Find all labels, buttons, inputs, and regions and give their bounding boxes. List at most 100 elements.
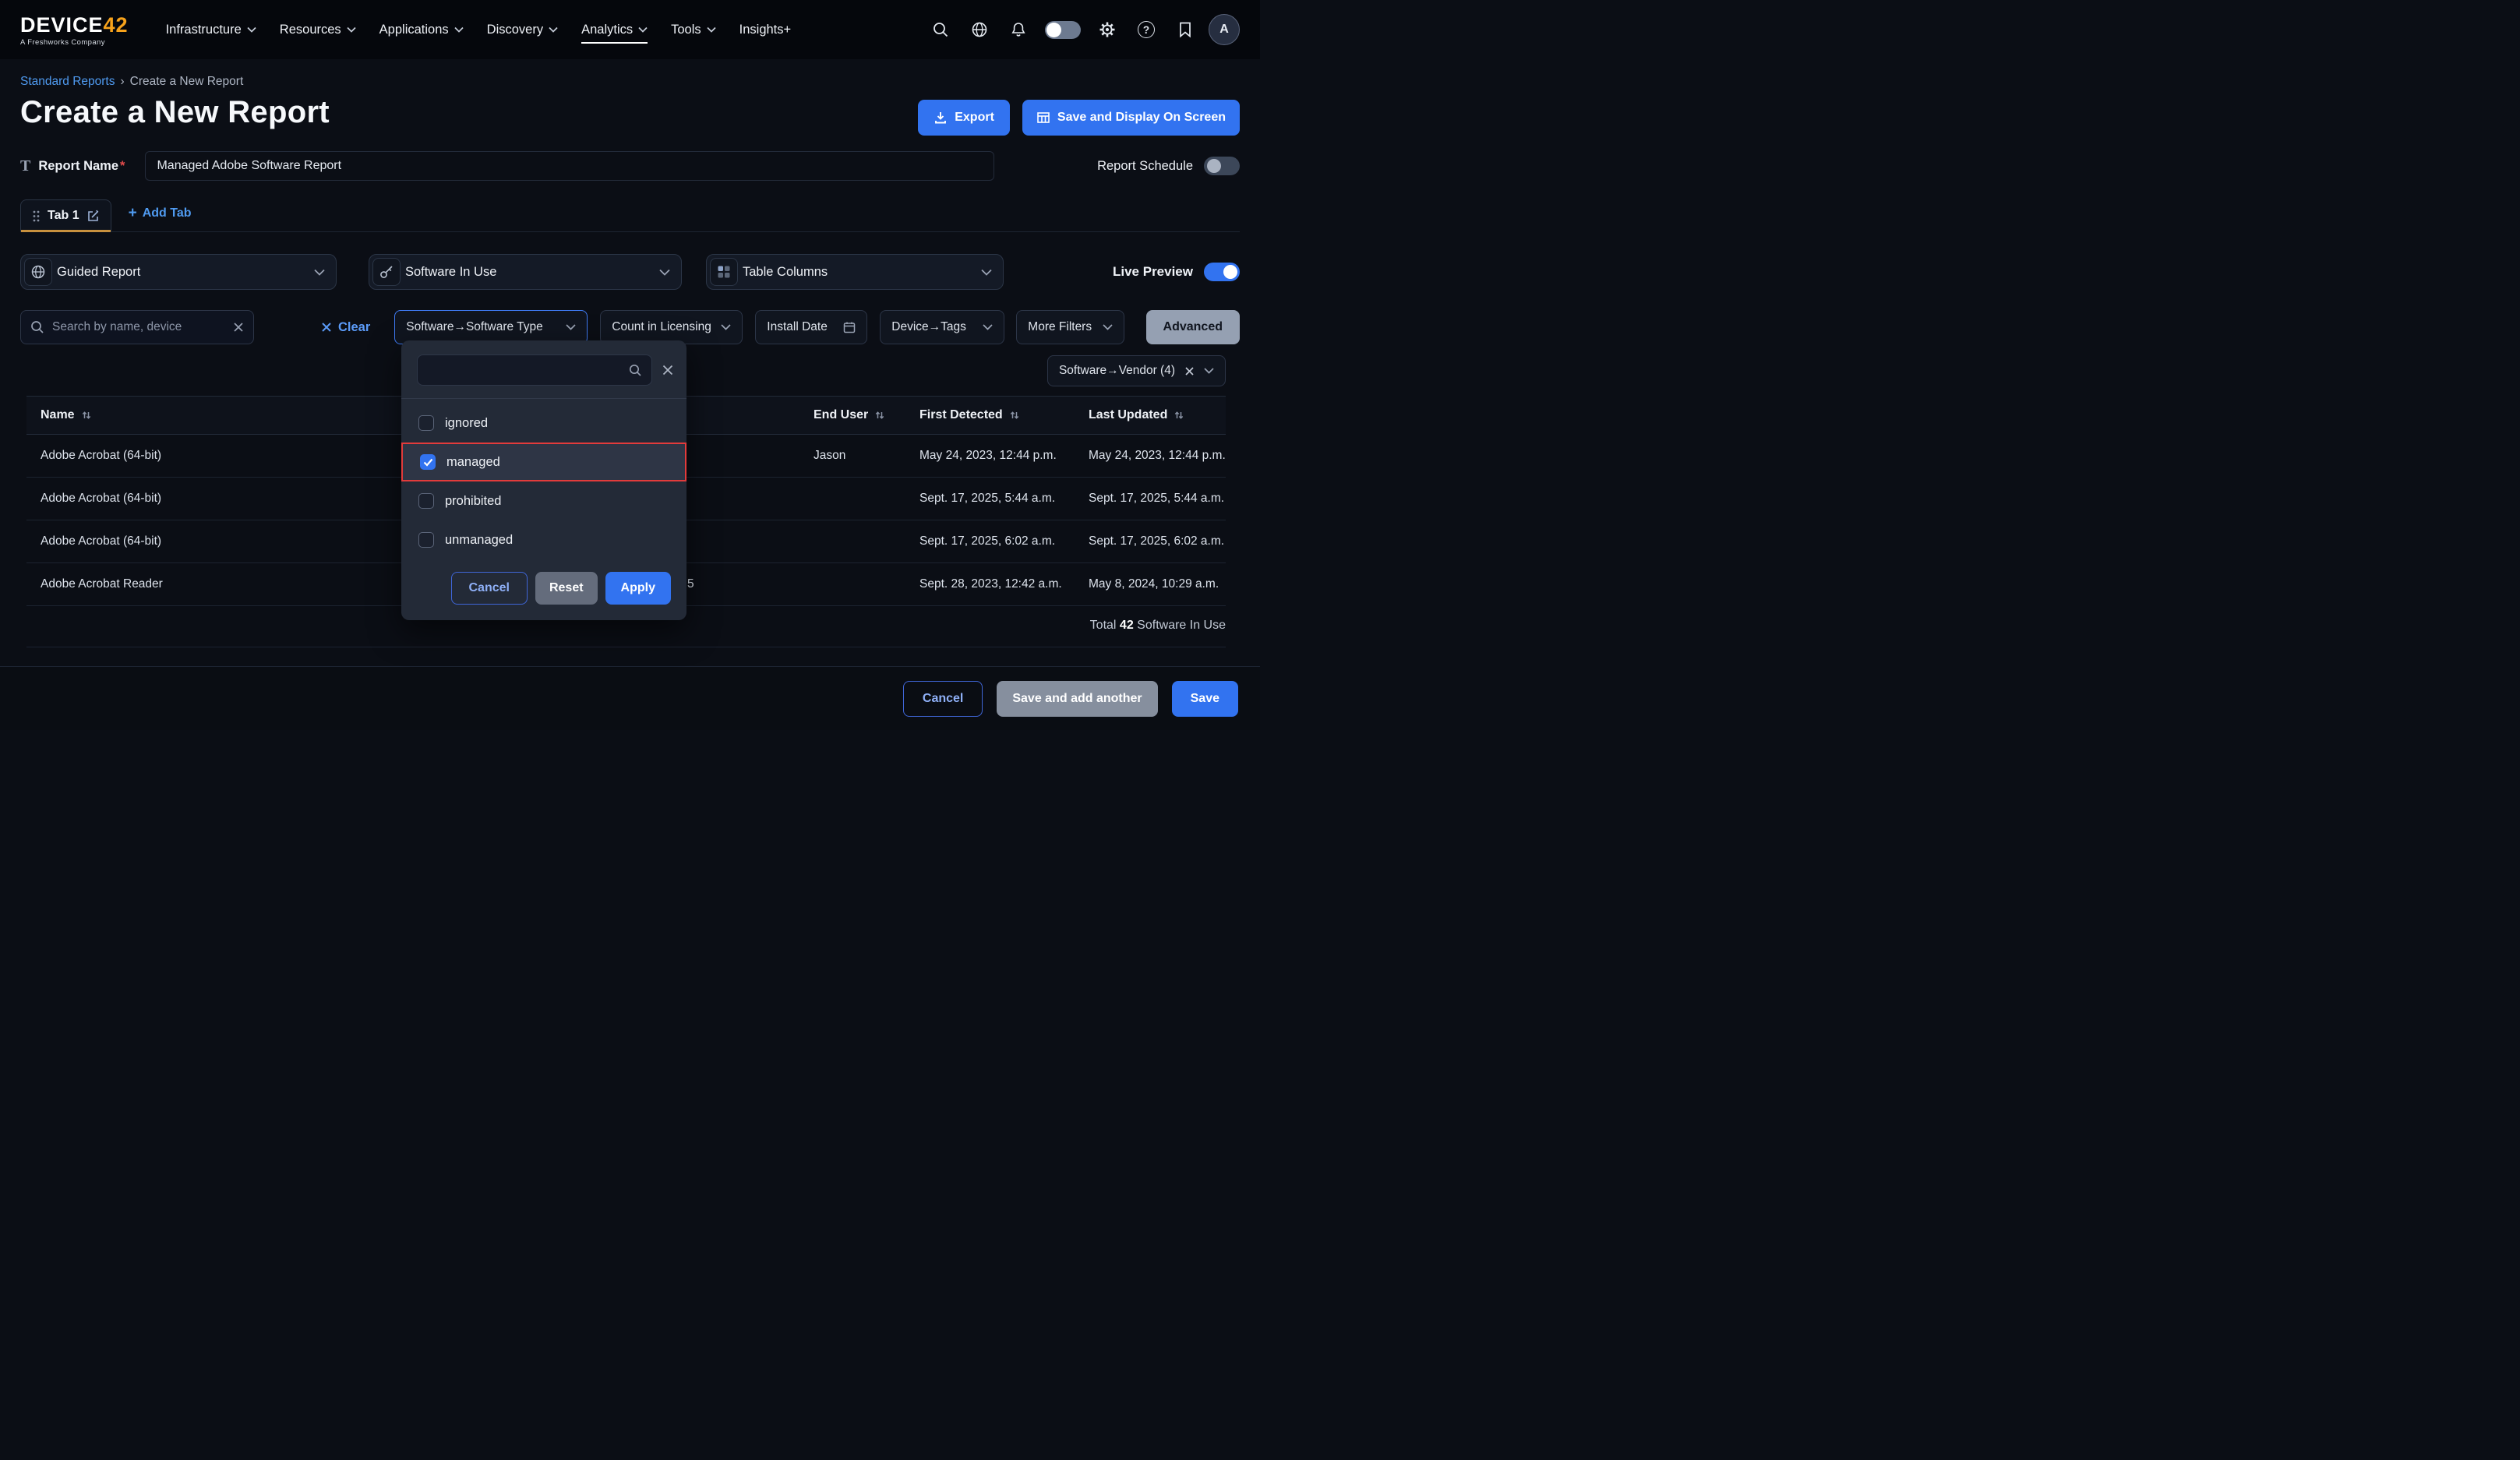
- cell-first-detected: Sept. 28, 2023, 12:42 a.m.: [919, 577, 1089, 591]
- checkbox-unchecked[interactable]: [418, 532, 434, 548]
- nav-item-analytics[interactable]: Analytics: [572, 15, 657, 45]
- cancel-button[interactable]: Cancel: [903, 681, 983, 717]
- footer-action-bar: Cancel Save and add another Save: [0, 666, 1260, 730]
- search-icon[interactable]: [925, 14, 956, 45]
- popup-apply-button[interactable]: Apply: [605, 572, 671, 605]
- software-vendor-chip[interactable]: Software→Vendor (4): [1047, 355, 1226, 386]
- device-tags-filter[interactable]: Device→Tags: [880, 310, 1004, 344]
- live-preview-label: Live Preview: [1113, 264, 1193, 280]
- cell-name: Adobe Acrobat (64-bit): [26, 449, 416, 463]
- notifications-bell-icon[interactable]: [1003, 14, 1034, 45]
- cancel-label: Cancel: [923, 692, 963, 706]
- software-type-filter[interactable]: Software→Software Type: [394, 310, 588, 344]
- live-preview-toggle[interactable]: [1204, 263, 1240, 281]
- popup-search-input[interactable]: [427, 364, 629, 377]
- option-prohibited[interactable]: prohibited: [401, 481, 686, 520]
- report-type-select[interactable]: Guided Report: [20, 254, 337, 290]
- avatar-initial: A: [1219, 23, 1229, 37]
- clear-filters-button[interactable]: Clear: [321, 320, 370, 335]
- brand-tagline: A Freshworks Company: [20, 38, 129, 47]
- close-popup-icon[interactable]: [662, 364, 674, 376]
- cancel-label: Cancel: [469, 581, 510, 595]
- save-and-display-button[interactable]: Save and Display On Screen: [1022, 100, 1240, 136]
- clear-search-icon[interactable]: [233, 322, 244, 333]
- cell-name: Adobe Acrobat (64-bit): [26, 534, 416, 548]
- column-header-name[interactable]: Name: [26, 408, 416, 422]
- chevron-down-icon: [983, 324, 993, 330]
- report-schedule-toggle[interactable]: [1204, 157, 1240, 175]
- settings-gear-icon[interactable]: [1092, 14, 1123, 45]
- table-icon: [1036, 111, 1050, 125]
- column-header-end-user[interactable]: End User: [814, 408, 919, 422]
- brand-text: DEVICE42: [20, 13, 129, 37]
- popup-option-list: ignored managed prohibited unmanaged: [401, 399, 686, 564]
- column-header-first-detected[interactable]: First Detected: [919, 408, 1089, 422]
- nav-item-applications[interactable]: Applications: [370, 15, 473, 45]
- report-config-row: Guided Report Software In Use Table Colu…: [20, 254, 1240, 290]
- install-date-filter[interactable]: Install Date: [755, 310, 867, 344]
- page-header: Create a New Report Export Save and Disp…: [20, 89, 1240, 136]
- cell-first-detected: May 24, 2023, 12:44 p.m.: [919, 449, 1089, 463]
- licensing-filter-label: Count in Licensing: [612, 320, 711, 334]
- more-filters-dropdown[interactable]: More Filters: [1016, 310, 1124, 344]
- nav-item-label: Discovery: [487, 23, 543, 37]
- table-summary: Total 42 Software In Use: [26, 619, 1226, 633]
- popup-cancel-button[interactable]: Cancel: [451, 572, 528, 605]
- edit-pencil-icon[interactable]: [86, 210, 100, 223]
- nav-item-resources[interactable]: Resources: [270, 15, 365, 45]
- advanced-button[interactable]: Advanced: [1146, 310, 1240, 344]
- nav-item-insights[interactable]: Insights+: [730, 15, 801, 45]
- text-format-icon: T: [20, 157, 30, 175]
- checkbox-checked[interactable]: [420, 454, 436, 470]
- device-tags-filter-label: Device→Tags: [891, 320, 966, 334]
- nav-menu: Infrastructure Resources Applications Di…: [157, 15, 801, 45]
- option-managed[interactable]: managed: [401, 443, 686, 481]
- breadcrumb-link-standard-reports[interactable]: Standard Reports: [20, 75, 115, 89]
- drag-handle-icon: [32, 210, 41, 223]
- checkbox-unchecked[interactable]: [418, 493, 434, 509]
- table-search-input[interactable]: [52, 320, 225, 334]
- chevron-down-icon: [347, 26, 356, 33]
- column-header-last-updated[interactable]: Last Updated: [1089, 408, 1226, 422]
- globe-icon[interactable]: [964, 14, 995, 45]
- add-tab-button[interactable]: + Add Tab: [129, 205, 192, 231]
- live-preview-group: Live Preview: [1113, 263, 1240, 281]
- chevron-down-icon: [981, 269, 992, 276]
- chevron-down-icon: [721, 324, 731, 330]
- required-asterisk: *: [120, 159, 125, 173]
- view-type-select[interactable]: Table Columns: [706, 254, 1004, 290]
- report-name-input[interactable]: [145, 151, 994, 181]
- remove-chip-icon[interactable]: [1184, 366, 1195, 376]
- cell-last-updated: Sept. 17, 2025, 6:02 a.m.: [1089, 534, 1226, 548]
- nav-item-infrastructure[interactable]: Infrastructure: [157, 15, 266, 45]
- more-filters-label: More Filters: [1028, 320, 1092, 334]
- option-unmanaged[interactable]: unmanaged: [401, 520, 686, 559]
- table-search-box: [20, 310, 254, 344]
- toggle-knob: [1223, 265, 1237, 279]
- save-button[interactable]: Save: [1172, 681, 1238, 717]
- nav-utilities: ? A: [925, 14, 1240, 45]
- bookmark-icon[interactable]: [1170, 14, 1201, 45]
- save-and-add-another-button[interactable]: Save and add another: [997, 681, 1157, 717]
- breadcrumb-current: Create a New Report: [130, 75, 244, 89]
- chevron-down-icon: [707, 26, 716, 33]
- filter-row: Clear Software→Software Type Count in Li…: [20, 310, 1240, 344]
- option-ignored[interactable]: ignored: [401, 404, 686, 443]
- object-type-select[interactable]: Software In Use: [369, 254, 682, 290]
- checkbox-unchecked[interactable]: [418, 415, 434, 431]
- popup-search-row: [401, 340, 686, 399]
- device42-logo[interactable]: DEVICE42 A Freshworks Company: [20, 13, 129, 47]
- software-type-filter-popup: ignored managed prohibited unmanaged Can…: [401, 340, 686, 620]
- count-in-licensing-filter[interactable]: Count in Licensing: [600, 310, 743, 344]
- nav-item-discovery[interactable]: Discovery: [478, 15, 567, 45]
- popup-reset-button[interactable]: Reset: [535, 572, 598, 605]
- save-label: Save: [1191, 692, 1219, 706]
- theme-toggle[interactable]: [1045, 21, 1081, 39]
- export-button[interactable]: Export: [918, 100, 1010, 136]
- help-icon[interactable]: ?: [1131, 14, 1162, 45]
- nav-item-tools[interactable]: Tools: [662, 15, 725, 45]
- tab-1[interactable]: Tab 1: [20, 199, 111, 231]
- chevron-down-icon[interactable]: [1204, 368, 1214, 374]
- user-avatar[interactable]: A: [1209, 14, 1240, 45]
- export-button-label: Export: [955, 111, 994, 125]
